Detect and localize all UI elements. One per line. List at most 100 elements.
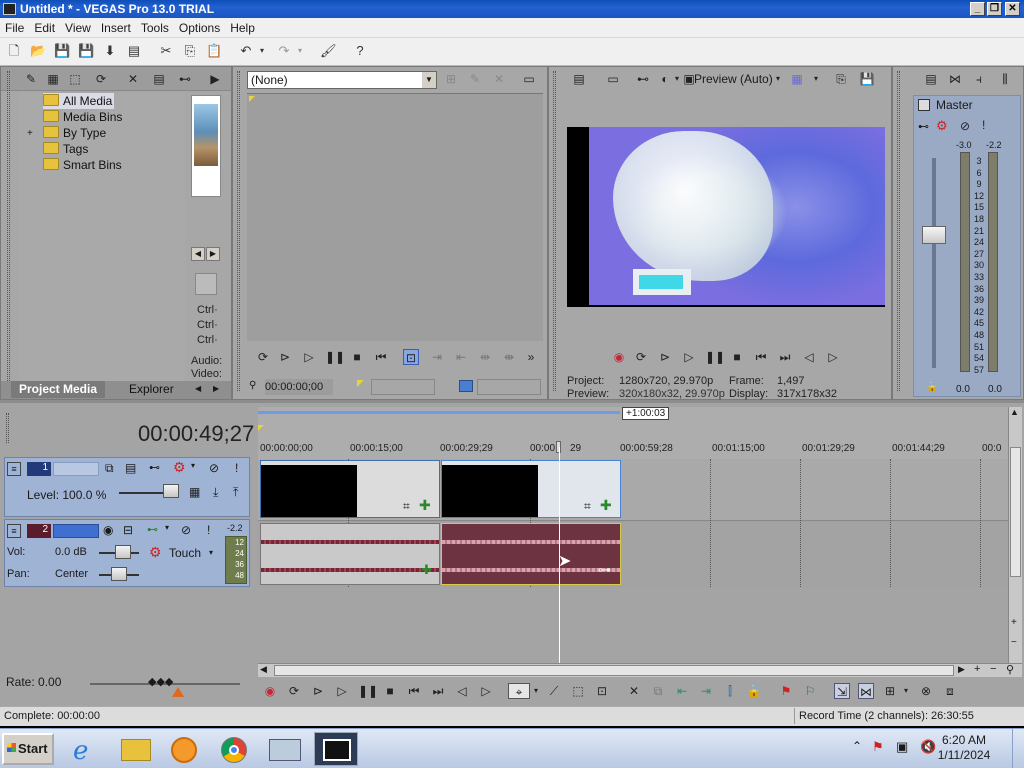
expand-icon[interactable]: + [27, 128, 33, 139]
region-icon[interactable]: ⚐ [802, 683, 818, 699]
audio-clip-2[interactable]: ⊶ [441, 523, 621, 585]
meter-icon[interactable]: ⫼ [997, 71, 1013, 87]
track-minimize-icon[interactable]: ≡ [7, 462, 21, 476]
zoom-out-h-icon[interactable]: − [990, 663, 996, 675]
edit-tool-dropdown-icon[interactable]: ▾ [532, 683, 540, 699]
menu-options[interactable]: Options [174, 18, 225, 38]
tree-item-tags[interactable]: Tags [43, 141, 88, 157]
level-slider[interactable] [163, 484, 179, 498]
normal-edit-tool-icon[interactable]: ⌖ [508, 683, 530, 699]
fx-icon[interactable]: ⊷ [177, 71, 193, 87]
previous-frame-icon[interactable]: ◁ [454, 683, 470, 699]
in-point-field[interactable] [371, 379, 435, 395]
master-fx-icon[interactable]: ⚙ [936, 118, 948, 134]
tab-explorer[interactable]: Explorer [121, 381, 182, 398]
taskbar-ie-icon[interactable]: ℯ [66, 732, 110, 766]
show-hidden-icons[interactable]: ⌃ [852, 739, 862, 753]
panel-grip[interactable] [553, 71, 556, 391]
stop-icon[interactable]: ■ [729, 349, 745, 365]
fx-icon[interactable]: ⊷ [635, 71, 651, 87]
pause-icon[interactable]: ❚❚ [705, 349, 725, 365]
pan-slider[interactable] [111, 567, 127, 581]
ripple-dropdown-icon[interactable]: ▾ [902, 683, 910, 699]
go-to-start-icon[interactable]: ⏮ [373, 349, 389, 365]
marker-flag-icon[interactable]: ⚑ [778, 683, 794, 699]
media-thumbnail[interactable] [191, 95, 221, 197]
restore-button[interactable]: ❐ [987, 2, 1002, 16]
trimmer-timecode[interactable]: 00:00:00;00 [265, 379, 333, 395]
master-fader[interactable] [922, 226, 946, 244]
video-clip-2[interactable]: ⌗ ✚ [441, 460, 621, 518]
track-plugin-icon[interactable]: ⊷ [149, 461, 160, 474]
overwrite-icon[interactable]: ⇼ [501, 349, 517, 365]
taskbar-vegas-icon[interactable] [314, 732, 358, 766]
trim-screen-icon[interactable]: ▭ [521, 71, 537, 87]
dim-icon[interactable]: ⫞ [971, 71, 987, 87]
play-from-start-icon[interactable]: ⊳ [277, 349, 293, 365]
arm-record-icon[interactable]: ◉ [103, 523, 113, 537]
horizontal-scrollbar[interactable]: ◀ ▶ + − ⚲ [258, 663, 1022, 677]
scroll-right-icon[interactable]: ▶ [958, 664, 965, 675]
split-dropdown-icon[interactable]: ▾ [673, 71, 681, 87]
timeline-timecode[interactable]: 00:00:49;27 [138, 421, 254, 447]
auto-crossfade-icon[interactable]: ⋈ [858, 683, 874, 699]
more-icon[interactable]: » [523, 349, 539, 365]
clock[interactable]: 6:20 AM 1/11/2024 [934, 733, 994, 763]
track-settings-icon[interactable]: ⚙ [173, 459, 186, 476]
fx-dropdown-icon[interactable]: ▾ [165, 523, 169, 532]
pause-icon[interactable]: ❚❚ [358, 683, 378, 699]
track-area[interactable]: ⌗ ✚ ⌗ ✚ ✚ ⊶ ➤ [258, 447, 1008, 667]
lock-icon[interactable]: 🔒 [746, 683, 762, 699]
save-icon[interactable]: 💾 [54, 43, 70, 59]
next-frame-icon[interactable]: ▷ [478, 683, 494, 699]
lock-icon[interactable]: 🔒 [926, 382, 938, 393]
close-button[interactable]: ✕ [1005, 2, 1020, 16]
paint-icon[interactable]: 🖌 [320, 43, 337, 59]
menu-view[interactable]: View [60, 18, 96, 38]
downmix-icon[interactable]: ⋈ [947, 71, 963, 87]
tree-item-by-type[interactable]: By Type [43, 125, 106, 141]
pause-icon[interactable]: ❚❚ [325, 349, 345, 365]
minimize-button[interactable]: _ [970, 2, 985, 16]
play-icon[interactable]: ▷ [301, 349, 317, 365]
stop-icon[interactable]: ■ [349, 349, 365, 365]
lock-envelopes-icon[interactable]: ⊗ [918, 683, 934, 699]
redo-dropdown-icon[interactable]: ▾ [296, 43, 304, 59]
new-icon[interactable]: 🗋 [6, 43, 22, 59]
paste-icon[interactable]: 📋 [206, 43, 222, 59]
scroll-thumb[interactable] [1010, 447, 1021, 577]
trim-tool-icon[interactable]: ⊞ [443, 71, 459, 87]
scroll-up-icon[interactable]: ▲ [1010, 407, 1019, 417]
crop-icon[interactable]: ⌗ [403, 499, 410, 514]
network-icon[interactable]: ▣ [896, 739, 908, 755]
trim-start-icon[interactable]: ⇤ [674, 683, 690, 699]
mixer-properties-icon[interactable]: ▤ [923, 71, 939, 87]
menu-insert[interactable]: Insert [96, 18, 136, 38]
track-name-field[interactable] [53, 462, 99, 476]
crop-icon[interactable]: ⌗ [584, 499, 591, 514]
scroll-left-button[interactable]: ◀ [191, 247, 205, 261]
solo-icon[interactable]: ! [207, 523, 210, 537]
timeline-ruler[interactable]: +1:00:03 00:00:00;00 00:00:15;00 00:00:2… [258, 407, 1008, 459]
add-before-icon[interactable]: ⇤ [453, 349, 469, 365]
clip-fx-icon[interactable]: ✚ [600, 497, 612, 514]
clip-edit-icon[interactable]: ⊶ [598, 562, 611, 578]
hscroll-thumb[interactable] [274, 665, 954, 676]
trim-icon[interactable]: ⧉ [650, 683, 666, 699]
next-frame-icon[interactable]: ▷ [825, 349, 841, 365]
play-icon[interactable]: ▷ [681, 349, 697, 365]
record-icon[interactable]: ◉ [611, 349, 627, 365]
previous-frame-icon[interactable]: ◁ [801, 349, 817, 365]
make-parent-icon[interactable]: ⤒ [233, 485, 238, 500]
selection-tool-icon[interactable]: ⬚ [570, 683, 586, 699]
zoom-out-icon[interactable]: − [1011, 637, 1017, 648]
start-button[interactable]: Start [2, 733, 54, 765]
fx-icon[interactable]: ⊷ [918, 120, 929, 133]
ignore-grouping-icon[interactable]: ⧈ [942, 683, 958, 699]
delete-icon[interactable]: ✕ [626, 683, 642, 699]
snapping-icon[interactable]: ⇲ [834, 683, 850, 699]
overlays-dropdown-icon[interactable]: ▾ [811, 71, 821, 87]
mute-icon[interactable]: ⊘ [960, 119, 970, 133]
make-child-icon[interactable]: ⤓ [213, 485, 218, 500]
tab-scroll-right-icon[interactable]: ▶ [213, 384, 219, 393]
